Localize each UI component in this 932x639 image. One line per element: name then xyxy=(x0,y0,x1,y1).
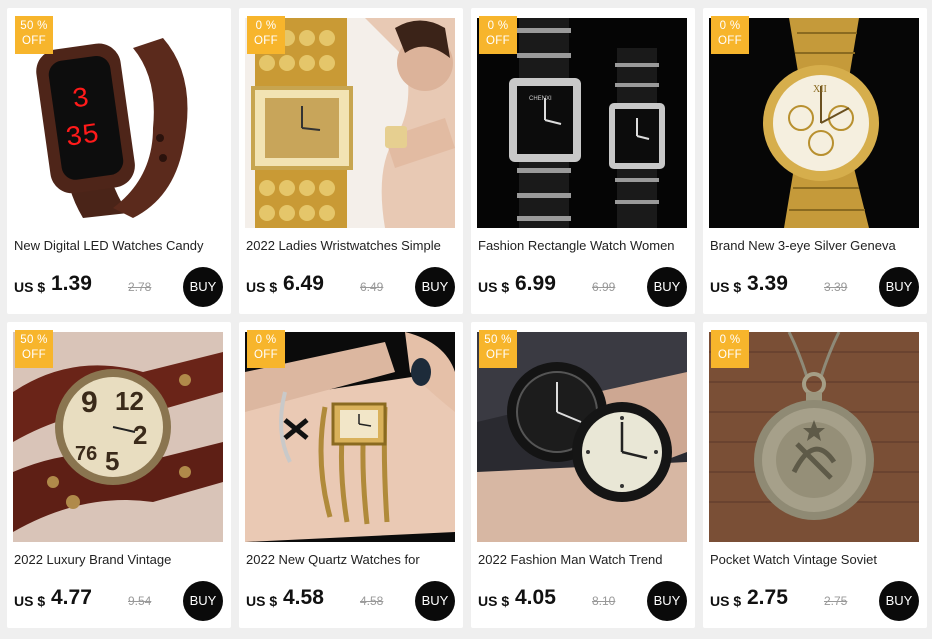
discount-percent: 0 % xyxy=(487,20,509,32)
original-price: 2.78 xyxy=(128,280,152,294)
original-price: 2.75 xyxy=(824,594,848,608)
buy-button[interactable]: BUY xyxy=(879,581,919,621)
discount-percent: 50 % xyxy=(20,20,48,32)
product-card[interactable]: 9 12 2 76 5 50 % OFF 2022 Luxury Brand V… xyxy=(7,322,231,628)
discount-badge: 0 % OFF xyxy=(711,330,749,368)
product-card[interactable]: 50 % OFF 2022 Fashion Man Watch Trend US… xyxy=(471,322,695,628)
svg-text:9: 9 xyxy=(81,386,98,419)
product-grid: 3 35 50 % OFF New Digital LED Watches Ca… xyxy=(0,0,932,639)
product-card[interactable]: 0 % OFF 2022 New Quartz Watches for US $… xyxy=(239,322,463,628)
original-price: 3.39 xyxy=(824,280,848,294)
product-price: 4.05 xyxy=(515,586,556,609)
discount-badge: 50 % OFF xyxy=(15,330,53,368)
discount-percent: 0 % xyxy=(719,20,741,32)
discount-off-label: OFF xyxy=(486,349,510,361)
svg-text:76: 76 xyxy=(75,443,97,465)
product-price: 6.49 xyxy=(283,272,324,295)
product-price: 2.75 xyxy=(747,586,788,609)
product-card[interactable]: 0 % OFF Pocket Watch Vintage Soviet US $… xyxy=(703,322,927,628)
buy-button[interactable]: BUY xyxy=(879,267,919,307)
discount-percent: 0 % xyxy=(255,334,277,346)
discount-badge: 0 % OFF xyxy=(247,16,285,54)
discount-off-label: OFF xyxy=(718,35,742,47)
product-card[interactable]: CHENXI 0 % OFF Fashion Rectangle Watch W… xyxy=(471,8,695,314)
original-price: 4.58 xyxy=(360,594,384,608)
discount-off-label: OFF xyxy=(254,35,278,47)
product-title[interactable]: 2022 Ladies Wristwatches Simple xyxy=(246,238,456,253)
currency-label: US $ xyxy=(478,593,510,609)
svg-text:2: 2 xyxy=(133,420,147,450)
product-price: 1.39 xyxy=(51,272,92,295)
discount-badge: 50 % OFF xyxy=(15,16,53,54)
original-price: 6.49 xyxy=(360,280,384,294)
buy-button[interactable]: BUY xyxy=(183,267,223,307)
product-title[interactable]: 2022 New Quartz Watches for xyxy=(246,552,456,567)
product-price: 6.99 xyxy=(515,272,556,295)
svg-text:35: 35 xyxy=(64,119,102,154)
svg-text:XII: XII xyxy=(813,84,827,95)
currency-label: US $ xyxy=(478,279,510,295)
product-title[interactable]: Pocket Watch Vintage Soviet xyxy=(710,552,920,567)
original-price: 9.54 xyxy=(128,594,152,608)
buy-button[interactable]: BUY xyxy=(415,267,455,307)
discount-percent: 0 % xyxy=(719,334,741,346)
discount-percent: 50 % xyxy=(20,334,48,346)
product-card[interactable]: 3 35 50 % OFF New Digital LED Watches Ca… xyxy=(7,8,231,314)
product-price: 4.77 xyxy=(51,586,92,609)
buy-button[interactable]: BUY xyxy=(647,581,687,621)
svg-text:12: 12 xyxy=(115,386,144,416)
currency-label: US $ xyxy=(14,593,46,609)
original-price: 6.99 xyxy=(592,280,616,294)
discount-badge: 0 % OFF xyxy=(247,330,285,368)
discount-off-label: OFF xyxy=(718,349,742,361)
currency-label: US $ xyxy=(710,593,742,609)
discount-badge: 0 % OFF xyxy=(711,16,749,54)
buy-button[interactable]: BUY xyxy=(647,267,687,307)
product-title[interactable]: New Digital LED Watches Candy xyxy=(14,238,224,253)
product-title[interactable]: Brand New 3-eye Silver Geneva xyxy=(710,238,920,253)
product-title[interactable]: Fashion Rectangle Watch Women xyxy=(478,238,688,253)
currency-label: US $ xyxy=(710,279,742,295)
discount-badge: 0 % OFF xyxy=(479,16,517,54)
currency-label: US $ xyxy=(246,279,278,295)
buy-button[interactable]: BUY xyxy=(415,581,455,621)
discount-off-label: OFF xyxy=(22,35,46,47)
discount-percent: 0 % xyxy=(255,20,277,32)
product-title[interactable]: 2022 Luxury Brand Vintage xyxy=(14,552,224,567)
currency-label: US $ xyxy=(14,279,46,295)
currency-label: US $ xyxy=(246,593,278,609)
discount-off-label: OFF xyxy=(254,349,278,361)
original-price: 8.10 xyxy=(592,594,616,608)
discount-badge: 50 % OFF xyxy=(479,330,517,368)
product-card[interactable]: 0 % OFF 2022 Ladies Wristwatches Simple … xyxy=(239,8,463,314)
product-price: 3.39 xyxy=(747,272,788,295)
discount-off-label: OFF xyxy=(22,349,46,361)
svg-text:5: 5 xyxy=(105,446,119,476)
product-title[interactable]: 2022 Fashion Man Watch Trend xyxy=(478,552,688,567)
buy-button[interactable]: BUY xyxy=(183,581,223,621)
svg-text:CHENXI: CHENXI xyxy=(529,96,552,102)
discount-off-label: OFF xyxy=(486,35,510,47)
product-price: 4.58 xyxy=(283,586,324,609)
product-card[interactable]: XII 0 % OFF Brand New 3-eye Silver Genev… xyxy=(703,8,927,314)
discount-percent: 50 % xyxy=(484,334,512,346)
